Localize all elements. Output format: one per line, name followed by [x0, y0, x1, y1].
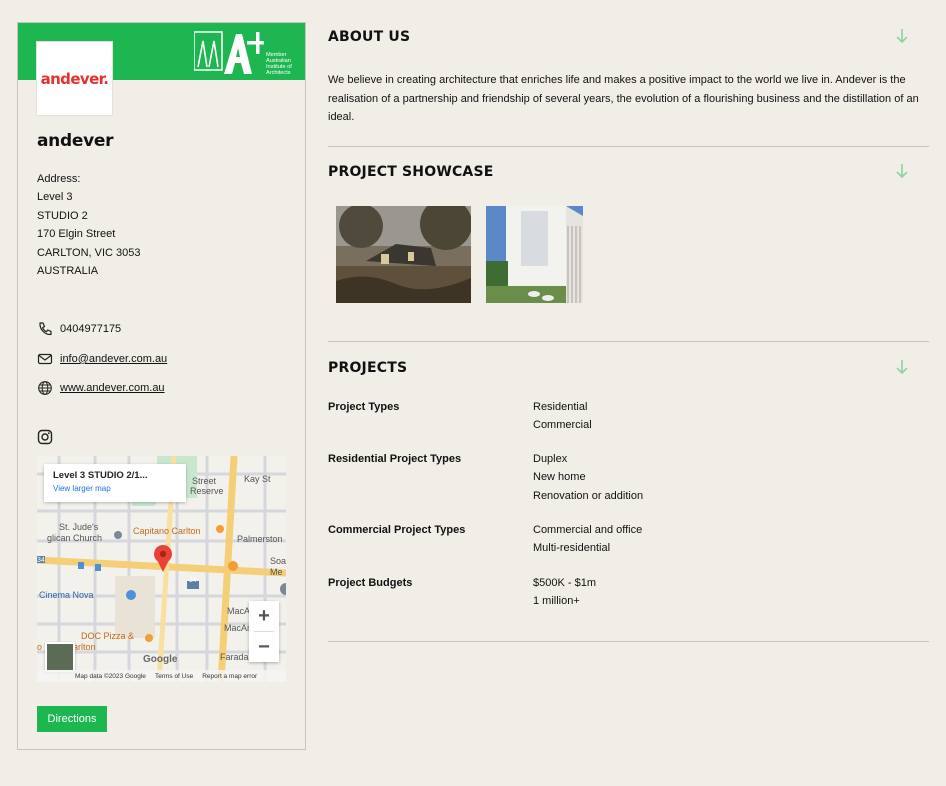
- map-label: Soa: [270, 556, 286, 566]
- aia-member-badge: Member Australian Institute of Architect…: [193, 31, 298, 76]
- about-section: ABOUT US We believe in creating architec…: [328, 22, 929, 147]
- view-larger-map-link[interactable]: View larger map: [53, 484, 177, 493]
- zoom-in-button[interactable]: +: [249, 601, 279, 631]
- arrow-down-icon[interactable]: [895, 359, 909, 375]
- email-row[interactable]: info@andever.com.au: [37, 351, 167, 367]
- map-label: 34: [189, 577, 197, 584]
- map-label: MacA: [227, 606, 251, 616]
- address-line: 170 Elgin Street: [37, 228, 116, 241]
- mail-icon: [37, 353, 53, 365]
- report-map-error-link[interactable]: Report a map error: [202, 673, 257, 680]
- arrow-down-icon[interactable]: [895, 28, 909, 44]
- row-label: Project Budgets: [328, 577, 413, 589]
- phone-number[interactable]: 0404977175: [60, 323, 121, 335]
- phone-icon: [39, 322, 52, 336]
- map-label: St. Jude's: [59, 522, 99, 532]
- terms-link[interactable]: Terms of Use: [155, 673, 193, 680]
- email-link[interactable]: info@andever.com.au: [60, 353, 167, 365]
- directions-button[interactable]: Directions: [37, 706, 107, 732]
- showcase-thumbnail[interactable]: [336, 206, 471, 303]
- company-name: andever: [37, 131, 114, 151]
- google-logo: Google: [143, 654, 178, 665]
- showcase-image[interactable]: [486, 206, 583, 303]
- row-label: Commercial Project Types: [328, 524, 466, 536]
- map-label: Capitano Carlton: [133, 526, 201, 536]
- satellite-toggle[interactable]: [45, 642, 75, 672]
- map-popup-title: Level 3 STUDIO 2/1...: [53, 470, 148, 481]
- showcase-title[interactable]: PROJECT SHOWCASE: [328, 164, 494, 180]
- address-line: AUSTRALIA: [37, 265, 99, 278]
- map-label: Reserve: [190, 486, 224, 496]
- map-zoom-controls: + −: [249, 601, 279, 662]
- map-data-credit: Map data ©2023 Google: [75, 672, 146, 680]
- showcase-image[interactable]: [336, 206, 471, 303]
- about-text: We believe in creating architecture that…: [328, 74, 919, 123]
- website-link[interactable]: www.andever.com.au: [60, 382, 165, 394]
- website-row[interactable]: www.andever.com.au: [37, 380, 165, 396]
- row-value: Residential: [533, 401, 588, 413]
- projects-section: PROJECTS Project Types Residential Comme…: [328, 342, 929, 642]
- company-logo: andever.: [37, 42, 112, 115]
- map-info-popup: Level 3 STUDIO 2/1... View larger map: [44, 464, 186, 502]
- map-label: Cinema Nova: [39, 590, 94, 600]
- arrow-down-icon[interactable]: [895, 163, 909, 179]
- address-line: Level 3: [37, 191, 73, 204]
- aia-member-label: Member Australian Institute of Architect…: [266, 52, 292, 76]
- row-label: Residential Project Types: [328, 453, 462, 465]
- row-value: Duplex: [533, 453, 568, 465]
- showcase-section: PROJECT SHOWCASE: [328, 147, 929, 342]
- map-label: Farada: [220, 652, 249, 662]
- map-label: glican Church: [47, 533, 103, 543]
- about-title[interactable]: ABOUT US: [328, 22, 929, 45]
- map-label: DOC Pizza &: [81, 631, 135, 641]
- row-value: New home: [533, 471, 586, 484]
- profile-card: Member Australian Institute of Architect…: [17, 22, 306, 750]
- projects-title[interactable]: PROJECTS: [328, 360, 407, 376]
- row-label: Project Types: [328, 401, 400, 413]
- main-content: ABOUT US We believe in creating architec…: [328, 22, 929, 642]
- row-value: Multi-residential: [533, 542, 611, 555]
- map-label: Me: [270, 567, 283, 577]
- globe-icon: [38, 381, 52, 395]
- address-block: Address: Level 3 STUDIO 2 170 Elgin Stre…: [37, 170, 141, 280]
- address-line: CARLTON, VIC 3053: [37, 246, 141, 259]
- showcase-thumbnail[interactable]: [486, 206, 583, 303]
- address-line: STUDIO 2: [37, 209, 88, 222]
- instagram-icon[interactable]: [37, 429, 53, 445]
- row-value: Commercial: [533, 419, 592, 432]
- company-logo-text: andever.: [40, 69, 109, 88]
- map-label: Street: [192, 476, 217, 486]
- row-value: $500K - $1m: [533, 577, 596, 589]
- phone-row[interactable]: 0404977175: [37, 321, 121, 337]
- row-value: 1 million+: [533, 595, 580, 608]
- address-label: Address:: [37, 173, 81, 185]
- map-label: MacAr: [224, 623, 251, 633]
- zoom-out-button[interactable]: −: [249, 632, 279, 662]
- aia-logo-icon: [193, 31, 269, 74]
- location-map[interactable]: Street Reserve Kay St St. Jude's glican …: [37, 456, 286, 682]
- row-value: Renovation or addition: [533, 489, 644, 502]
- map-label: 34: [37, 557, 45, 564]
- map-label: Palmerston: [237, 534, 283, 544]
- map-label: Kay St: [244, 474, 271, 484]
- map-footer: Map data ©2023 Google Terms of Use Repor…: [37, 670, 286, 682]
- row-value: Commercial and office: [533, 524, 643, 536]
